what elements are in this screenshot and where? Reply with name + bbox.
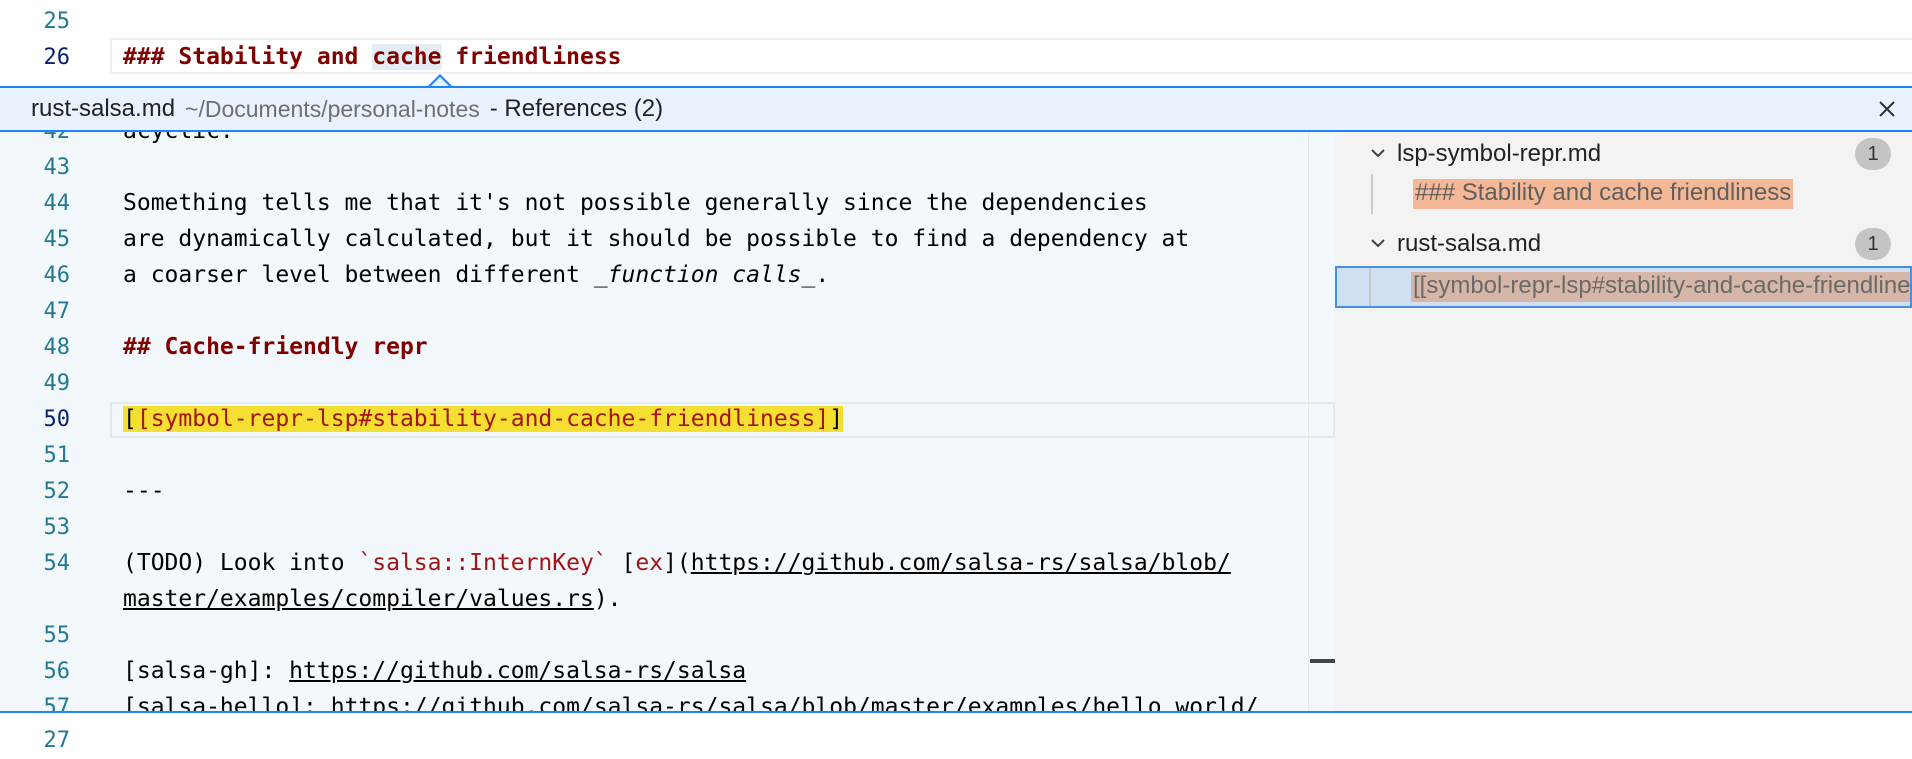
line-number: 47 xyxy=(43,299,71,324)
line-text: --- xyxy=(123,478,165,504)
references-tree: lsp-symbol-repr.md 1 ### Stability and c… xyxy=(1335,132,1912,711)
tree-file-row[interactable]: rust-salsa.md 1 xyxy=(1335,224,1912,264)
line-number: 51 xyxy=(43,443,71,468)
url-link[interactable]: https://github.com/salsa-rs/salsa/blob/m… xyxy=(331,694,1259,711)
scrollbar-marker[interactable] xyxy=(1310,659,1335,663)
editor-line: 48 ## Cache-friendly repr xyxy=(0,330,1335,366)
markdown-heading: ## Cache-friendly repr xyxy=(123,334,428,360)
markdown-heading[interactable]: ### Stability and cache friendliness xyxy=(123,44,622,70)
italic-text: _function calls_ xyxy=(593,262,816,288)
line-number: 42 xyxy=(0,132,71,144)
line-number: 55 xyxy=(43,623,71,648)
editor-line: 54 (TODO) Look into `salsa::InternKey` [… xyxy=(0,546,1335,582)
tree-indent-guide xyxy=(1369,268,1371,306)
line-number: 46 xyxy=(43,263,71,288)
reference-file-name: rust-salsa.md xyxy=(1397,230,1542,257)
line-number: 53 xyxy=(43,515,71,540)
editor-line: 56 [salsa-gh]: https://github.com/salsa-… xyxy=(0,654,1335,690)
line-number: 27 xyxy=(43,727,71,753)
editor-line: 43 xyxy=(0,150,1335,186)
line-number: 52 xyxy=(43,479,71,504)
line-number: 50 xyxy=(43,407,71,432)
peek-file-path: ~/Documents/personal-notes xyxy=(185,95,480,122)
count-badge: 1 xyxy=(1855,228,1891,260)
peek-header: rust-salsa.md ~/Documents/personal-notes… xyxy=(0,88,1912,132)
line-text: a coarser level between different _funct… xyxy=(123,262,830,288)
editor-line: 49 xyxy=(0,366,1335,402)
peek-pointer-inner xyxy=(431,77,449,86)
url-link[interactable]: https://github.com/salsa-rs/salsa/blob/ xyxy=(691,550,1231,576)
chevron-down-icon[interactable] xyxy=(1371,236,1385,250)
editor-line[interactable]: 50 [[symbol-repr-lsp#stability-and-cache… xyxy=(0,402,1335,438)
editor-line: 57 [salsa-hello]: https://github.com/sal… xyxy=(0,690,1335,711)
tree-reference-row[interactable]: ### Stability and cache friendliness xyxy=(1335,174,1912,214)
line-text: master/examples/compiler/values.rs). xyxy=(123,586,622,612)
reference-match: [[symbol-repr-lsp#stability-and-cache-fr… xyxy=(1411,272,1910,302)
editor-line: 47 xyxy=(0,294,1335,330)
peek-title: - References (2) xyxy=(489,95,664,122)
editor-line-wrap: master/examples/compiler/values.rs). xyxy=(0,582,1335,618)
line-number: 45 xyxy=(43,227,71,252)
link-label: ex xyxy=(635,550,664,576)
references-peek-widget: rust-salsa.md ~/Documents/personal-notes… xyxy=(0,86,1912,713)
line-number: 43 xyxy=(43,155,71,180)
tree-file-row[interactable]: lsp-symbol-repr.md 1 xyxy=(1335,134,1912,174)
editor-line[interactable]: 26 ### Stability and cache friendliness xyxy=(0,39,1912,75)
line-text: Something tells me that it's not possibl… xyxy=(123,190,1148,216)
line-number: 54 xyxy=(43,551,71,576)
line-text: acyclic. xyxy=(123,132,234,144)
line-number: 57 xyxy=(43,695,71,711)
line-text: [salsa-gh]: https://github.com/salsa-rs/… xyxy=(123,658,747,684)
editor-line: 53 xyxy=(0,510,1335,546)
tree-reference-row-selected[interactable]: [[symbol-repr-lsp#stability-and-cache-fr… xyxy=(1335,266,1912,308)
line-number: 26 xyxy=(43,44,71,70)
wiki-link[interactable]: [[symbol-repr-lsp#stability-and-cache-fr… xyxy=(123,406,844,432)
editor-line: 52 --- xyxy=(0,474,1335,510)
line-number: 25 xyxy=(43,8,71,34)
close-icon[interactable] xyxy=(1874,96,1900,122)
editor-line: 45 are dynamically calculated, but it sh… xyxy=(0,222,1335,258)
editor-line: 51 xyxy=(0,438,1335,474)
peek-editor[interactable]: 42 acyclic. 43 44 Something tells me tha… xyxy=(0,132,1335,711)
line-number: 56 xyxy=(43,659,71,684)
line-number: 48 xyxy=(43,335,71,360)
editor-line: 25 xyxy=(0,3,1912,39)
editor-line: 46 a coarser level between different _fu… xyxy=(0,258,1335,294)
line-text: [salsa-hello]: https://github.com/salsa-… xyxy=(123,694,1258,711)
line-text: (TODO) Look into `salsa::InternKey` [ex]… xyxy=(123,550,1231,576)
count-badge: 1 xyxy=(1855,138,1891,170)
reference-file-name: lsp-symbol-repr.md xyxy=(1397,140,1602,167)
url-link[interactable]: https://github.com/salsa-rs/salsa xyxy=(289,658,746,684)
line-number: 49 xyxy=(43,371,71,396)
peek-file-name[interactable]: rust-salsa.md xyxy=(31,95,175,123)
symbol-highlight: cache xyxy=(372,44,442,70)
inline-code: `salsa::InternKey` xyxy=(358,550,608,576)
editor-line: 42 acyclic. xyxy=(0,132,1335,150)
reference-match: ### Stability and cache friendliness xyxy=(1413,179,1794,209)
line-text: are dynamically calculated, but it shoul… xyxy=(123,226,1190,252)
chevron-down-icon[interactable] xyxy=(1371,146,1385,160)
url-link[interactable]: master/examples/compiler/values.rs xyxy=(123,586,594,612)
editor-line: 44 Something tells me that it's not poss… xyxy=(0,186,1335,222)
editor-line: 55 xyxy=(0,618,1335,654)
editor-line: 27 xyxy=(0,722,1912,758)
line-number: 44 xyxy=(43,191,71,216)
